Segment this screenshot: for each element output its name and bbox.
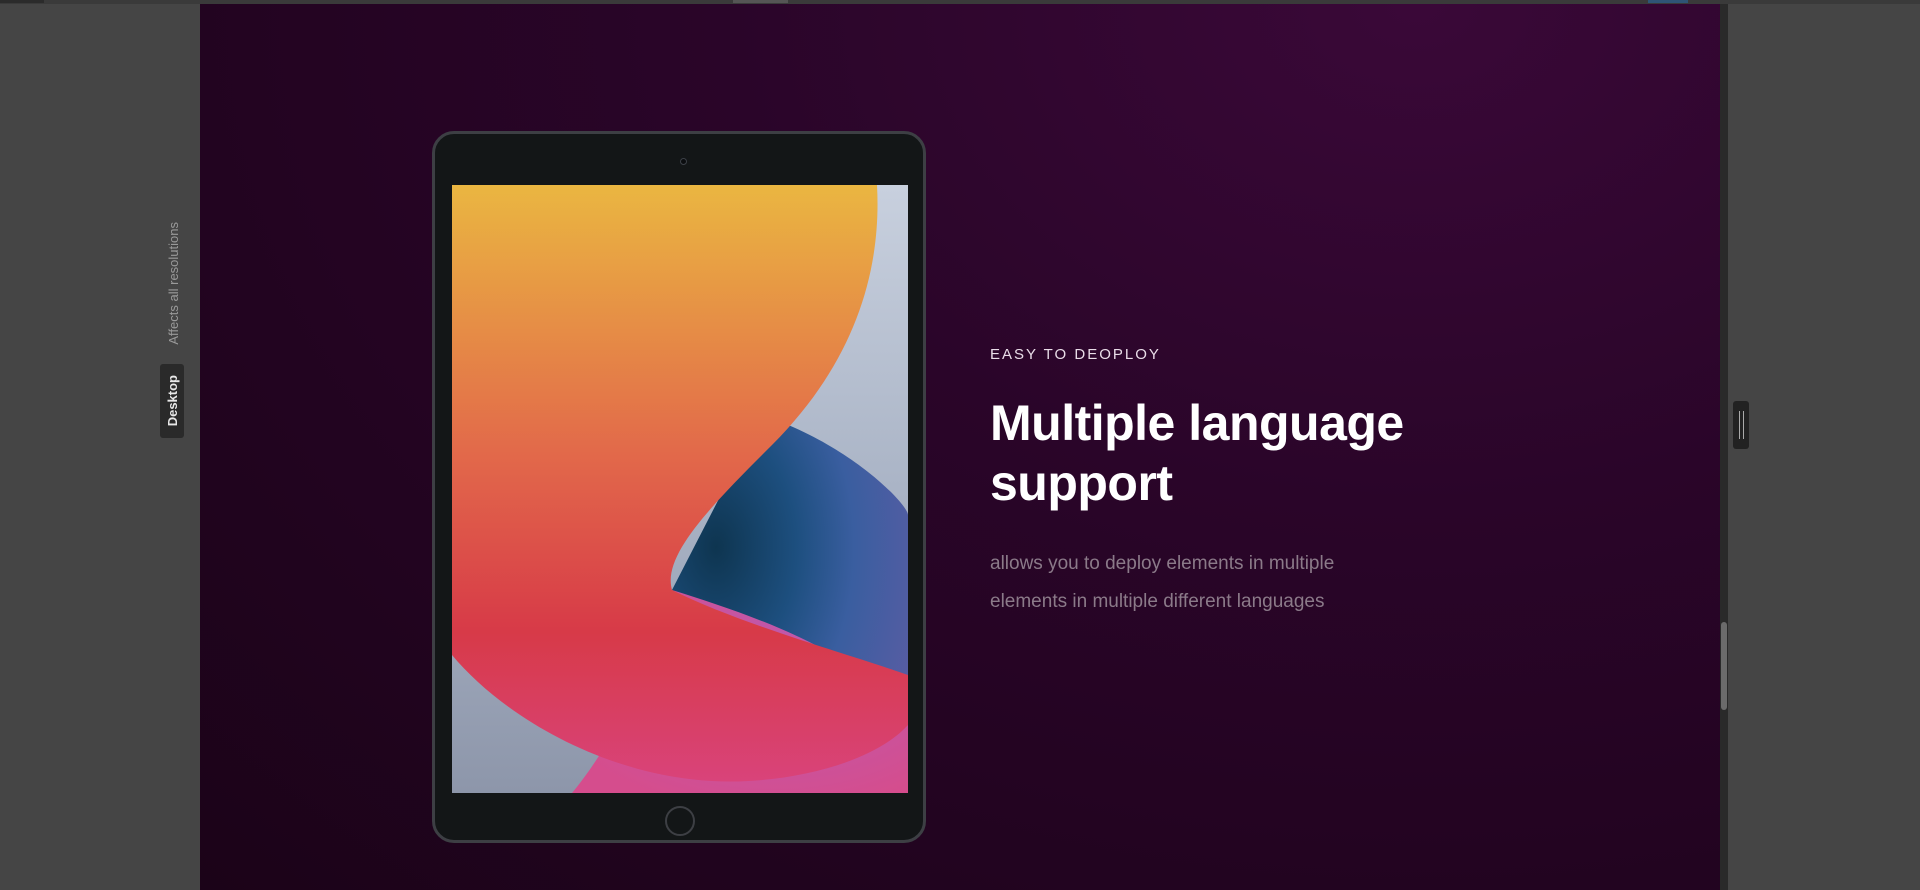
canvas-scrollbar[interactable] (1720, 4, 1728, 890)
desktop-device-tab[interactable]: Desktop (160, 364, 184, 438)
ipad-screen (452, 185, 908, 793)
ipad-mockup (432, 131, 926, 843)
page-canvas: EASY TO DEOPLOY Multiple language suppor… (200, 4, 1720, 890)
feature-copy: EASY TO DEOPLOY Multiple language suppor… (990, 346, 1510, 621)
section-description: allows you to deploy elements in multipl… (990, 553, 1335, 612)
top-bar-segment (1648, 0, 1688, 3)
affects-all-resolutions-label: Affects all resolutions (165, 221, 181, 345)
home-button-icon (665, 806, 695, 836)
desktop-device-label: Desktop (164, 375, 180, 427)
top-bar-segment (0, 0, 44, 3)
wallpaper-image (452, 185, 908, 793)
editor-left-rail (0, 4, 200, 890)
top-bar-segment (733, 0, 788, 3)
scrollbar-thumb[interactable] (1721, 622, 1727, 710)
affects-all-resolutions-tab[interactable]: Affects all resolutions (160, 210, 186, 356)
section-eyebrow: EASY TO DEOPLOY (990, 346, 1161, 363)
editor-right-rail (1728, 4, 1920, 890)
camera-icon (680, 158, 687, 165)
resize-handle-icon[interactable] (1733, 401, 1749, 449)
section-headline: Multiple language support (990, 395, 1404, 511)
